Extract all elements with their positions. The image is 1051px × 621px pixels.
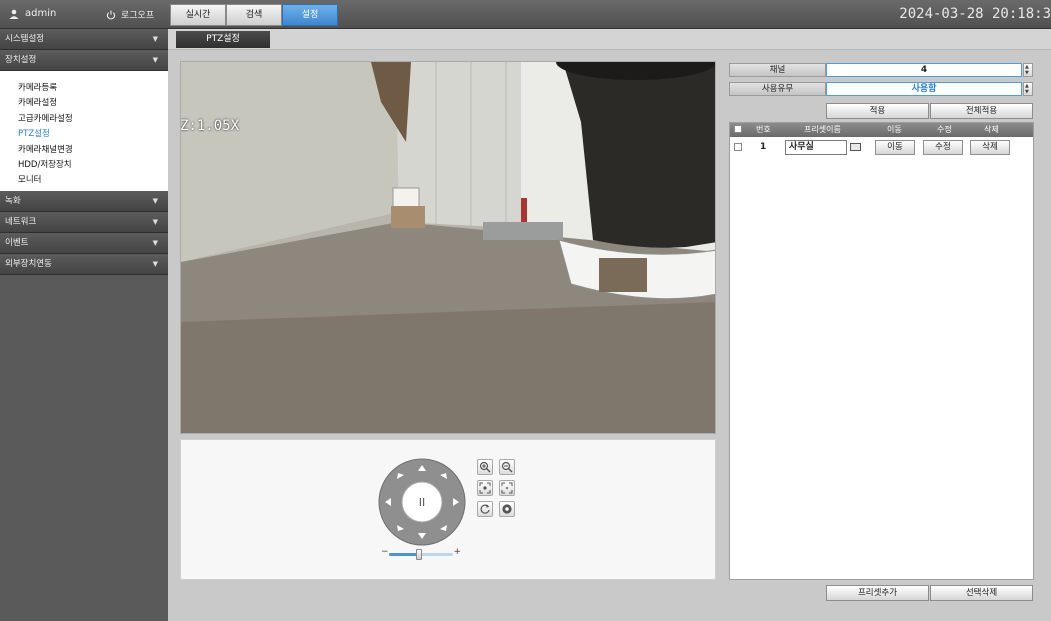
speed-minus-label: −	[381, 547, 389, 557]
chevron-down-icon: ▼	[152, 260, 158, 268]
camera-video[interactable]: Z:1.05X	[180, 61, 716, 434]
sidebar-section-label: 장치설정	[5, 55, 37, 65]
username: admin	[25, 8, 57, 19]
zoom-out-button[interactable]	[499, 459, 515, 475]
sidebar-item-camera-settings[interactable]: 카메라설정	[18, 96, 168, 111]
gear-icon	[502, 504, 512, 514]
table-row: 1 사무실 이동 수정 삭제	[730, 139, 1033, 157]
chevron-down-icon: ▼	[152, 218, 158, 226]
column-preset-name: 프리셋이름	[804, 125, 841, 134]
zoom-in-button[interactable]	[477, 459, 493, 475]
tab-settings[interactable]: 설정	[282, 4, 338, 26]
zoom-in-icon	[479, 461, 491, 473]
subtab-bar: PTZ설정	[168, 29, 1051, 50]
select-all-checkbox[interactable]	[734, 125, 742, 133]
sidebar-section-label: 네트워크	[5, 217, 37, 227]
power-icon	[106, 10, 116, 19]
sidebar-section-recording[interactable]: 녹화 ▼	[0, 191, 168, 212]
speed-fill	[389, 553, 420, 556]
channel-label: 채널	[729, 63, 826, 77]
tab-live[interactable]: 실시간	[170, 4, 226, 26]
move-button[interactable]: 이동	[875, 140, 915, 155]
spin-down-icon: ▼	[1025, 89, 1029, 95]
pause-icon: II	[419, 496, 426, 509]
add-preset-button[interactable]: 프리셋추가	[826, 585, 929, 601]
zoom-out-icon	[501, 461, 513, 473]
column-number: 번호	[756, 125, 771, 134]
sidebar-item-hdd-storage[interactable]: HDD/저장장치	[18, 158, 168, 173]
spin-down-icon: ▼	[1025, 70, 1029, 76]
tab-search[interactable]: 검색	[226, 4, 282, 26]
sidebar-item-camera-register[interactable]: 카메라등록	[18, 81, 168, 96]
preset-name-input[interactable]: 사무실	[785, 140, 847, 155]
sidebar-section-event[interactable]: 이벤트 ▼	[0, 233, 168, 254]
sidebar-item-ptz[interactable]: PTZ설정	[18, 127, 168, 142]
row-number: 1	[760, 142, 767, 152]
tab-ptz-settings[interactable]: PTZ설정	[176, 31, 270, 48]
sidebar-section-label: 이벤트	[5, 238, 29, 248]
ptz-control-panel: II − +	[180, 439, 716, 580]
speed-thumb[interactable]	[416, 549, 423, 560]
sidebar-section-label: 시스템설정	[5, 34, 45, 44]
usage-label: 사용유무	[729, 82, 826, 96]
preset-table: 번호 프리셋이름 이동 수정 삭제 1 사무실 이동 수정 삭제	[729, 122, 1034, 580]
usage-spinner[interactable]: ▲ ▼	[1023, 82, 1033, 96]
sidebar-item-channel-change[interactable]: 카메라채널변경	[18, 143, 168, 158]
ptz-speed-slider[interactable]: − +	[381, 547, 461, 560]
channel-spinner[interactable]: ▲ ▼	[1023, 63, 1033, 77]
sidebar: 시스템설정 ▼ 장치설정 ▼ 카메라등록 카메라설정 고급카메라설정 PTZ설정…	[0, 29, 168, 621]
focus-near-button[interactable]	[477, 480, 493, 496]
sidebar-section-network[interactable]: 네트워크 ▼	[0, 212, 168, 233]
column-delete: 삭제	[984, 125, 999, 134]
focus-far-icon	[501, 482, 513, 494]
datetime-display: 2024-03-28 20:18:3	[899, 6, 1051, 22]
chevron-down-icon: ▼	[152, 35, 158, 43]
keyboard-icon[interactable]	[850, 143, 861, 151]
user-info: admin	[9, 8, 56, 19]
apply-all-button[interactable]: 전체적용	[930, 103, 1033, 119]
auto-focus-button[interactable]	[477, 501, 493, 517]
chevron-down-icon: ▼	[152, 197, 158, 205]
logout-label: 로그오프	[121, 11, 155, 21]
reset-button[interactable]	[499, 501, 515, 517]
chevron-down-icon: ▼	[152, 56, 158, 64]
sidebar-section-external[interactable]: 외부장치연동 ▼	[0, 254, 168, 275]
preset-table-header: 번호 프리셋이름 이동 수정 삭제	[730, 123, 1033, 137]
usage-select[interactable]: 사용함	[826, 82, 1022, 96]
sidebar-section-device[interactable]: 장치설정 ▼	[0, 50, 168, 71]
column-move: 이동	[887, 125, 902, 134]
apply-button[interactable]: 적용	[826, 103, 929, 119]
edit-button[interactable]: 수정	[923, 140, 963, 155]
device-submenu: 카메라등록 카메라설정 고급카메라설정 PTZ설정 카메라채널변경 HDD/저장…	[0, 71, 168, 191]
row-checkbox[interactable]	[734, 143, 742, 151]
focus-near-icon	[479, 482, 491, 494]
delete-button[interactable]: 삭제	[970, 140, 1010, 155]
channel-select[interactable]: 4	[826, 63, 1022, 77]
delete-selected-button[interactable]: 선택삭제	[930, 585, 1033, 601]
focus-far-button[interactable]	[499, 480, 515, 496]
user-icon	[9, 9, 19, 19]
sidebar-section-label: 외부장치연동	[5, 259, 52, 269]
sidebar-item-monitor[interactable]: 모니터	[18, 173, 168, 188]
column-edit: 수정	[937, 125, 952, 134]
top-bar: admin 로그오프 실시간 검색 설정 2024-03-28 20:18:3	[0, 0, 1051, 29]
zoom-level-overlay: Z:1.05X	[180, 118, 240, 134]
ptz-pause-button[interactable]: II	[419, 496, 426, 509]
sidebar-section-label: 녹화	[5, 196, 21, 206]
sidebar-item-advanced-camera[interactable]: 고급카메라설정	[18, 112, 168, 127]
logout-button[interactable]: 로그오프	[106, 8, 154, 21]
refresh-icon	[480, 504, 490, 514]
speed-plus-label: +	[453, 547, 461, 557]
camera-scene	[181, 62, 715, 433]
sidebar-section-system[interactable]: 시스템설정 ▼	[0, 29, 168, 50]
chevron-down-icon: ▼	[152, 239, 158, 247]
ptz-joystick[interactable]: II	[378, 458, 466, 546]
main-content: PTZ설정 Z:1.05X II − + 채널 4 ▲ ▼ 사용유무 사용함 ▲…	[168, 29, 1051, 621]
